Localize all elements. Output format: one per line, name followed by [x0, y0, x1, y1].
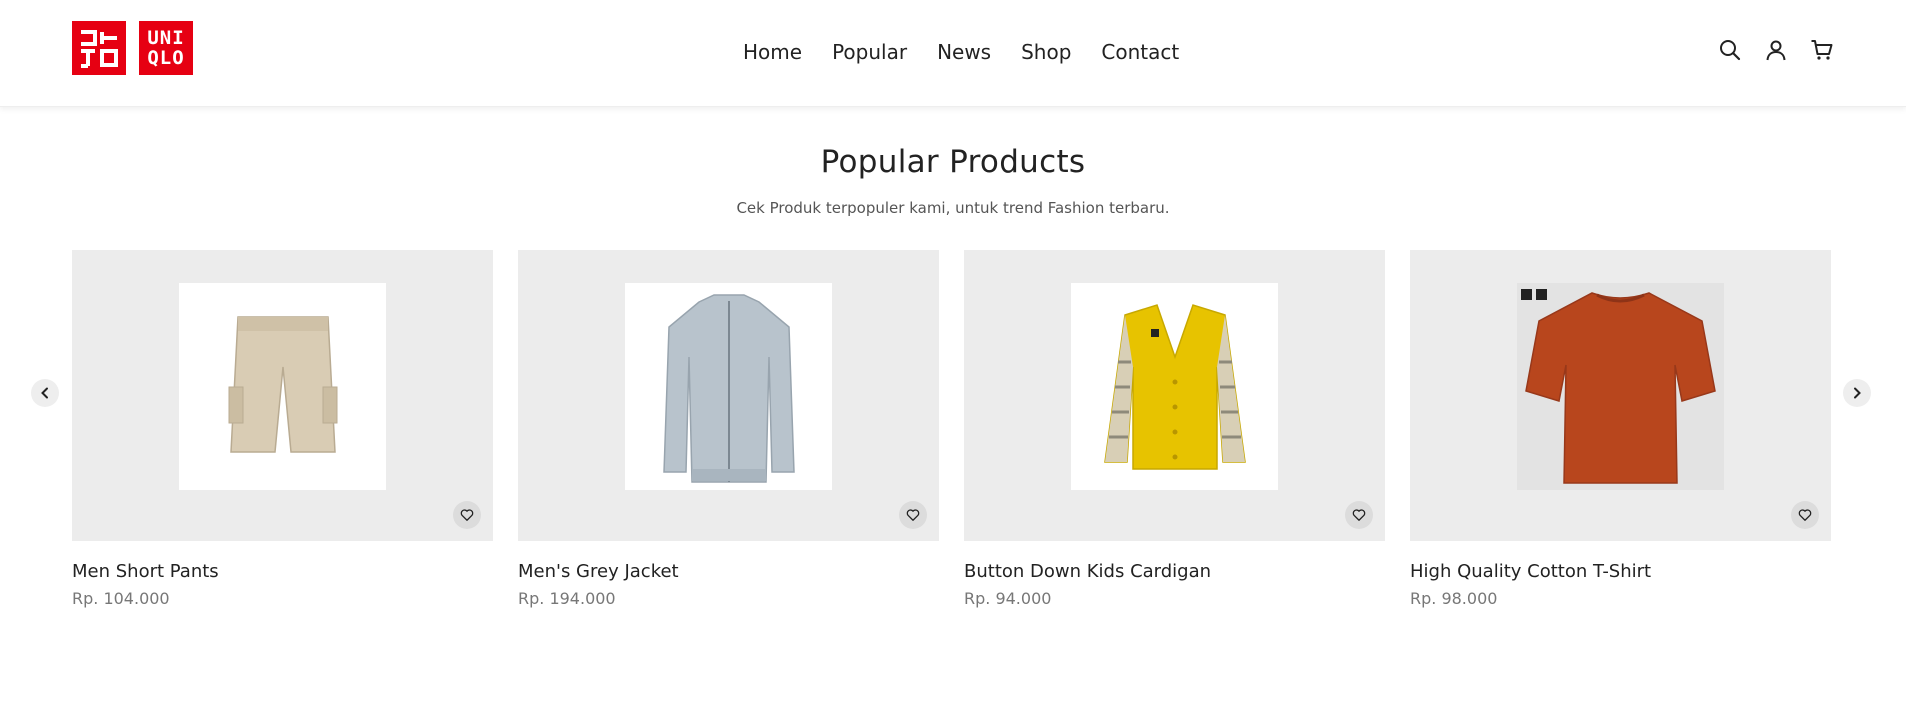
product-card[interactable]: High Quality Cotton T-Shirt Rp. 98.000 — [1410, 250, 1831, 608]
cart-icon[interactable] — [1810, 38, 1834, 62]
heart-icon — [906, 509, 920, 521]
shorts-image — [228, 315, 337, 453]
main-nav: Home Popular News Shop Contact — [743, 38, 1179, 66]
product-image-area[interactable] — [72, 250, 493, 541]
nav-shop[interactable]: Shop — [1021, 38, 1071, 66]
nav-popular[interactable]: Popular — [832, 38, 907, 66]
logo-katakana-icon — [81, 30, 118, 68]
chevron-left-icon — [41, 387, 48, 399]
product-price: Rp. 104.000 — [72, 589, 170, 608]
cardigan-image — [1103, 303, 1246, 470]
search-icon[interactable] — [1718, 38, 1742, 62]
uniqlo-tag-icon — [1521, 289, 1532, 300]
product-image-area[interactable] — [1410, 250, 1831, 541]
heart-icon — [1352, 509, 1366, 521]
user-icon[interactable] — [1764, 38, 1788, 62]
heart-icon — [460, 509, 474, 521]
product-photo — [179, 283, 386, 490]
carousel-next-button[interactable] — [1843, 379, 1871, 407]
product-image-area[interactable] — [964, 250, 1385, 541]
carousel-prev-button[interactable] — [31, 379, 59, 407]
product-name[interactable]: Men's Grey Jacket — [518, 561, 939, 582]
logo-latin-box: UNI QLO — [139, 21, 193, 75]
uniqlo-logo[interactable]: UNI QLO — [72, 21, 193, 75]
section-subtitle: Cek Produk terpopuler kami, untuk trend … — [736, 199, 1170, 217]
site-header: UNI QLO Home Popular News Shop Contact — [0, 0, 1906, 107]
product-photo — [1071, 283, 1278, 490]
product-price: Rp. 194.000 — [518, 589, 616, 608]
logo-katakana-box — [72, 21, 126, 75]
product-card[interactable]: Men's Grey Jacket Rp. 194.000 — [518, 250, 939, 608]
product-card[interactable]: Button Down Kids Cardigan Rp. 94.000 — [964, 250, 1385, 608]
favorite-button[interactable] — [453, 501, 481, 529]
product-price: Rp. 94.000 — [964, 589, 1052, 608]
product-image-area[interactable] — [518, 250, 939, 541]
header-actions — [1718, 38, 1834, 62]
product-card[interactable]: Men Short Pants Rp. 104.000 — [72, 250, 493, 608]
logo-latin-line2: QLO — [147, 47, 185, 69]
chevron-right-icon — [1854, 387, 1861, 399]
nav-home[interactable]: Home — [743, 38, 802, 66]
nav-contact[interactable]: Contact — [1101, 38, 1179, 66]
u-tag-icon — [1536, 289, 1547, 300]
favorite-button[interactable] — [1791, 501, 1819, 529]
product-price: Rp. 98.000 — [1410, 589, 1498, 608]
favorite-button[interactable] — [1345, 501, 1373, 529]
product-name[interactable]: Men Short Pants — [72, 561, 493, 582]
logo-latin-line1: UNI — [147, 27, 185, 49]
favorite-button[interactable] — [899, 501, 927, 529]
section-title: Popular Products — [820, 144, 1086, 180]
nav-news[interactable]: News — [937, 38, 991, 66]
product-photo — [1517, 283, 1724, 490]
product-name[interactable]: Button Down Kids Cardigan — [964, 561, 1385, 582]
heart-icon — [1798, 509, 1812, 521]
jacket-image — [662, 293, 795, 483]
product-name[interactable]: High Quality Cotton T-Shirt — [1410, 561, 1831, 582]
product-photo — [625, 283, 832, 490]
tshirt-image — [1521, 289, 1716, 484]
